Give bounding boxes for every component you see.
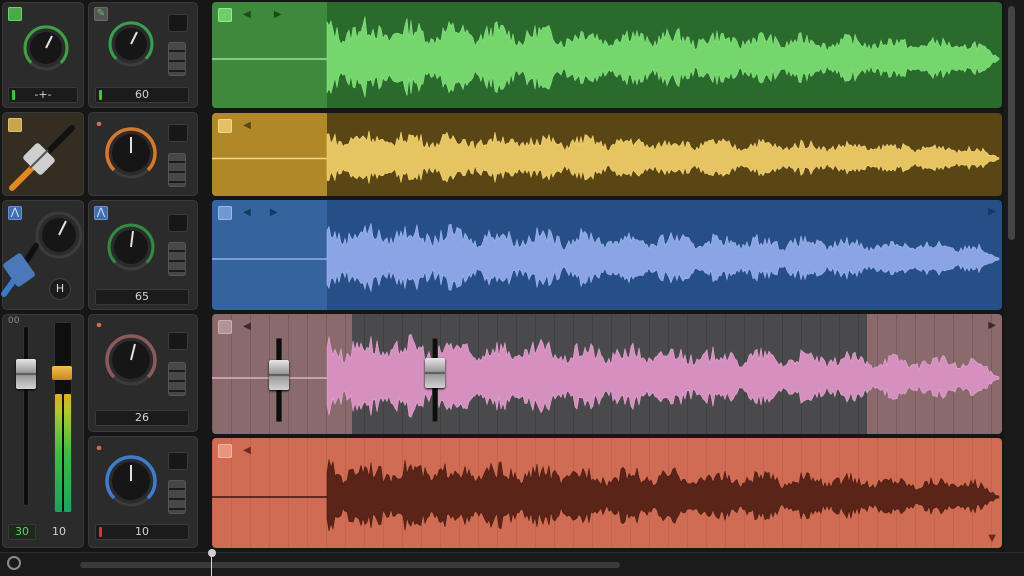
strip-3-send-field[interactable]: 65: [95, 289, 189, 305]
clip-track-4-select-toggle[interactable]: [218, 320, 232, 334]
strip-1-send-knob[interactable]: [107, 20, 155, 68]
strip-4-send-knob[interactable]: [103, 332, 159, 388]
rewind-icon[interactable]: ◀: [243, 8, 251, 22]
strip-3-solo-button[interactable]: [168, 242, 186, 276]
horizontal-scroll-track[interactable]: [80, 562, 620, 568]
clip-track-3-select-toggle[interactable]: [218, 206, 232, 220]
strip-3-mute-button[interactable]: [168, 214, 188, 232]
clip-track-5-waveform: [212, 459, 1000, 531]
master-right-value-field[interactable]: 10: [44, 524, 74, 540]
automation-icon[interactable]: ⋀: [8, 206, 22, 220]
strip-5-send-field[interactable]: 10: [95, 524, 189, 540]
strip-5-mute-button[interactable]: [168, 452, 188, 470]
strip-1-send-field[interactable]: 60: [95, 87, 189, 103]
clip-track-3-waveform: [212, 223, 1000, 293]
clip-track-1[interactable]: ◀ ▶: [212, 2, 1002, 108]
strip-4-send-field[interactable]: 26: [95, 410, 189, 426]
clip-track-4-fader-2-handle[interactable]: [425, 358, 445, 388]
strip-5-send-knob[interactable]: [103, 453, 159, 509]
strip-3-mode-button[interactable]: H: [49, 278, 71, 300]
strip-2-solo-button[interactable]: [168, 153, 186, 187]
rewind-icon[interactable]: ◀: [243, 320, 251, 334]
vertical-scrollbar-thumb[interactable]: [1008, 6, 1015, 240]
clip-track-5-header: ◀: [218, 444, 257, 458]
rewind-icon[interactable]: ◀: [243, 206, 251, 220]
clip-track-1-header: ◀ ▶: [218, 8, 288, 22]
master-meter-peak-hold: [52, 366, 72, 380]
strip-4-solo-button[interactable]: [168, 362, 186, 396]
rewind-icon[interactable]: ◀: [243, 444, 251, 458]
clip-track-1-select-toggle[interactable]: [218, 8, 232, 22]
brush-icon[interactable]: ✎: [94, 7, 108, 21]
clip-track-5-select-toggle[interactable]: [218, 444, 232, 458]
strip-2-mute-button[interactable]: [168, 124, 188, 142]
strip-1-value: -+-: [34, 88, 52, 101]
master-left-value: 30: [15, 525, 29, 538]
clip-track-4-fader-1-handle[interactable]: [269, 360, 289, 390]
strip-1-send-value: 60: [135, 88, 149, 101]
master-right-value: 10: [52, 525, 66, 538]
play-icon[interactable]: ▶: [270, 206, 278, 220]
clip-track-3[interactable]: ◀ ▶ ▶: [212, 200, 1002, 310]
strip-2-diagonal-fader[interactable]: [4, 122, 80, 194]
strip-4-send-value: 26: [135, 411, 149, 424]
play-icon[interactable]: ▶: [274, 8, 282, 22]
strip-3-send-value: 65: [135, 290, 149, 303]
master-fader-track: [23, 326, 29, 506]
waveform-shape: [326, 459, 1000, 531]
waveform-shape: [326, 130, 1000, 184]
strip-1-pan-knob[interactable]: [22, 24, 70, 72]
clip-track-4-end-icon[interactable]: ▶: [988, 320, 996, 331]
strip-3-pan-knob[interactable]: [34, 210, 84, 260]
clip-track-4-waveform: [212, 333, 1000, 418]
master-meter-right: [64, 394, 71, 512]
rewind-icon[interactable]: ◀: [243, 119, 251, 133]
strip-1-solo-button[interactable]: [168, 42, 186, 76]
playhead-handle[interactable]: [208, 549, 216, 557]
clip-track-1-waveform: [212, 16, 1000, 98]
clip-track-5[interactable]: ◀ ▼: [212, 438, 1002, 548]
waveform-shape: [326, 223, 1000, 293]
strip-5-send-value: 10: [135, 525, 149, 538]
clip-track-2-header: ◀: [218, 119, 257, 133]
clip-track-2-select-toggle[interactable]: [218, 119, 232, 133]
strip-3-mode-label: H: [55, 282, 65, 295]
status-circle-icon[interactable]: [7, 556, 21, 570]
clip-track-3-header: ◀ ▶: [218, 206, 284, 220]
master-left-value-field[interactable]: 30: [8, 524, 36, 540]
master-fader-handle[interactable]: [16, 359, 36, 389]
strip-2-send-knob[interactable]: [103, 125, 159, 181]
strip-5-solo-button[interactable]: [168, 480, 186, 514]
strip-1-mute-button[interactable]: [168, 14, 188, 32]
clip-track-5-scroll-down-icon[interactable]: ▼: [988, 533, 996, 544]
automation-icon[interactable]: ⋀: [94, 206, 108, 220]
strip-1-select-toggle[interactable]: [8, 7, 22, 21]
waveform-shape: [326, 16, 1000, 98]
clip-track-4-header: ◀: [218, 320, 257, 334]
master-meter-left: [55, 394, 62, 512]
strip-3-send-knob[interactable]: [106, 222, 156, 272]
strip-1-value-field[interactable]: -+-: [8, 87, 78, 103]
clip-track-2[interactable]: ◀: [212, 113, 1002, 196]
clip-track-4[interactable]: ◀ ▶: [212, 314, 1002, 434]
clip-track-3-end-icon[interactable]: ▶: [988, 206, 996, 217]
strip-3-diagonal-fader[interactable]: [0, 240, 40, 300]
clip-track-2-waveform: [212, 130, 1000, 184]
master-top-label: 00: [8, 316, 20, 326]
strip-4-mute-button[interactable]: [168, 332, 188, 350]
record-arm-icon[interactable]: ⏺: [92, 319, 106, 333]
